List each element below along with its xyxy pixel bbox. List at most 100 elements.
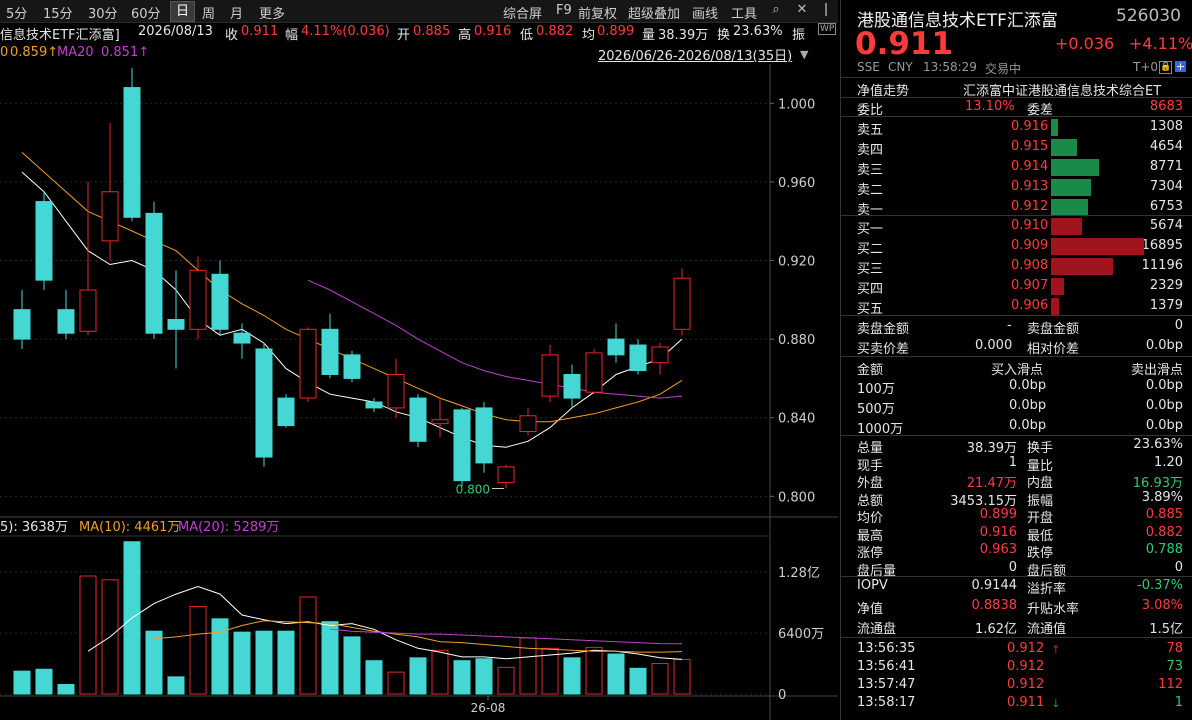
stat-value-2: 0.882 <box>1145 524 1183 540</box>
price-change-pct: +4.11% <box>1129 34 1192 53</box>
candle-body <box>673 277 691 330</box>
candle-body <box>189 269 207 330</box>
ask-level-qty: 1308 <box>1149 119 1183 134</box>
arrow-down-icon: 🡓 <box>1053 697 1059 710</box>
stat-value: 0 <box>1008 559 1017 575</box>
kline-chart[interactable]: 1.000 0.960 0.920 0.880 0.840 0.800 1.28亿 6400万… <box>0 64 838 720</box>
info-turn-value: 23.63% <box>733 24 783 39</box>
ask-level-price: 0.914 <box>1011 159 1049 174</box>
bid-level-price: 0.906 <box>1011 298 1049 313</box>
security-code: 526030 <box>1116 6 1181 26</box>
ask-level-qty: 4654 <box>1149 139 1183 154</box>
stat-value-2: 0.788 <box>1145 542 1183 557</box>
ask-level-row: 卖四 0.915 4654 <box>841 138 1192 158</box>
spread-row: 买卖价差 0.000 相对价差 0.0bp <box>841 337 1192 357</box>
slip-row: 100万 0.0bp 0.0bp <box>841 377 1192 397</box>
slip-sell: 0.0bp <box>1145 398 1183 413</box>
tick-volume: 78 <box>1166 641 1183 656</box>
range-dropdown-icon[interactable]: ▼ <box>800 48 808 61</box>
slip-buy: 0.0bp <box>1009 398 1047 413</box>
period-more-tab[interactable]: 更多 <box>259 3 285 22</box>
trend-row[interactable]: 净值走势 汇添富中证港股通信息技术综合ET <box>841 79 1192 99</box>
candle-body <box>299 328 317 399</box>
slip-sell-header: 卖出滑点 <box>1130 363 1183 378</box>
forward-adjust-button[interactable]: 前复权 <box>578 3 617 22</box>
ma-prefix: 0 <box>0 45 9 60</box>
candle-body <box>497 466 515 484</box>
last-price: 0.911 <box>855 26 954 62</box>
price-tick-label: 1.000 <box>778 97 815 112</box>
candle-body <box>607 338 625 356</box>
super-overlay-button[interactable]: 超级叠加 <box>628 3 680 22</box>
f9-button[interactable]: F9 <box>556 3 572 18</box>
tick-time: 13:56:35 <box>857 641 916 656</box>
stat-row: 流通盘 流通值 1.5亿 1.62亿 <box>841 617 1192 637</box>
slip-sell: 0.0bp <box>1145 418 1183 433</box>
quote-info-line: 信息技术ETF汇添富] 2026/08/13 收 0.911 幅 4.11%(0… <box>0 22 838 43</box>
bid-level-label: 买四 <box>857 282 884 297</box>
info-close-value: 0.911 <box>241 24 279 39</box>
volume-bar <box>343 636 361 695</box>
info-vol-value: 38.39万 <box>658 28 709 43</box>
tick-row: 13:58:17 0.911 1 🡓 <box>841 694 1192 713</box>
volume-bar <box>409 657 427 695</box>
bid-level-label: 买二 <box>857 242 884 257</box>
volume-bar <box>585 646 603 695</box>
candle-body <box>431 419 449 425</box>
wp-icon[interactable]: WP <box>818 23 837 35</box>
period-week-tab[interactable]: 周 <box>202 3 215 22</box>
price-tick-label: 0.920 <box>778 255 815 270</box>
t0-label: T+0 <box>1133 60 1159 74</box>
period-month-tab[interactable]: 月 <box>230 3 243 22</box>
market-status-row: SSE CNY 13:58:29 交易中 T+0 🔒 + <box>841 59 1192 78</box>
bid-level-qty: 2329 <box>1149 278 1183 293</box>
price-ma5-line <box>21 171 683 448</box>
candle-body <box>585 352 603 393</box>
slip-buy: 0.0bp <box>1009 418 1047 433</box>
period-day-tab[interactable]: 日 <box>170 1 196 22</box>
bid-depth-bar <box>1051 238 1144 255</box>
stat-row: 总量 换手 23.63% 38.39万 <box>841 436 1192 456</box>
candle-body <box>277 397 295 427</box>
info-high-value: 0.916 <box>474 24 512 39</box>
draw-line-button[interactable]: 画线 <box>692 3 718 22</box>
bid-level-price: 0.910 <box>1011 218 1049 233</box>
period-60min-tab[interactable]: 60分 <box>131 3 161 22</box>
x-axis-label: 26-08 <box>471 701 506 715</box>
volume-bar <box>145 630 163 695</box>
collapse-icon[interactable]: ǀ <box>818 2 834 18</box>
info-security-name: 信息技术ETF汇添富] <box>0 28 120 43</box>
tools-button[interactable]: 工具 <box>731 3 757 22</box>
price-tick-label: 0.880 <box>778 333 815 348</box>
stat-value: 1.62亿 <box>975 622 1017 637</box>
period-5min-tab[interactable]: 5分 <box>6 3 27 22</box>
add-icon[interactable]: + <box>1175 61 1186 72</box>
stat-value-2: -0.37% <box>1137 578 1183 593</box>
volume-bar <box>497 666 515 695</box>
info-vol-label: 量 <box>642 28 656 43</box>
close-icon[interactable]: ✕ <box>794 2 810 18</box>
ask-level-row: 卖三 0.914 8771 <box>841 158 1192 178</box>
spread-value: 0.000 <box>975 338 1013 353</box>
search-icon[interactable]: ⌕ <box>768 2 784 18</box>
candle-body <box>343 354 361 379</box>
volume-bar <box>189 605 207 695</box>
ask-level-price: 0.912 <box>1011 199 1049 214</box>
period-30min-tab[interactable]: 30分 <box>88 3 118 22</box>
ask-level-label: 卖五 <box>857 123 884 138</box>
bid-depth-bar <box>1051 298 1059 315</box>
info-avg-label: 均 <box>582 28 596 43</box>
stat-value-2: 0 <box>1174 559 1183 575</box>
tick-time: 13:56:41 <box>857 659 916 674</box>
composite-screen-button[interactable]: 综合屏 <box>503 3 542 22</box>
date-range[interactable]: 2026/06/26-2026/08/13(35日) <box>598 45 792 64</box>
ask-level-qty: 8771 <box>1149 159 1183 174</box>
stat-label-2: 流通值 <box>1027 622 1067 637</box>
stat-row: 现手 量比 1.20 1 <box>841 454 1192 474</box>
period-15min-tab[interactable]: 15分 <box>43 3 73 22</box>
lock-icon[interactable]: 🔒 <box>1159 61 1172 74</box>
ma10-value: 0.859↑ <box>10 45 59 60</box>
bid-level-qty: 16895 <box>1141 238 1183 253</box>
tick-price: 0.912 <box>1007 641 1045 656</box>
tick-price: 0.911 <box>1007 695 1045 710</box>
